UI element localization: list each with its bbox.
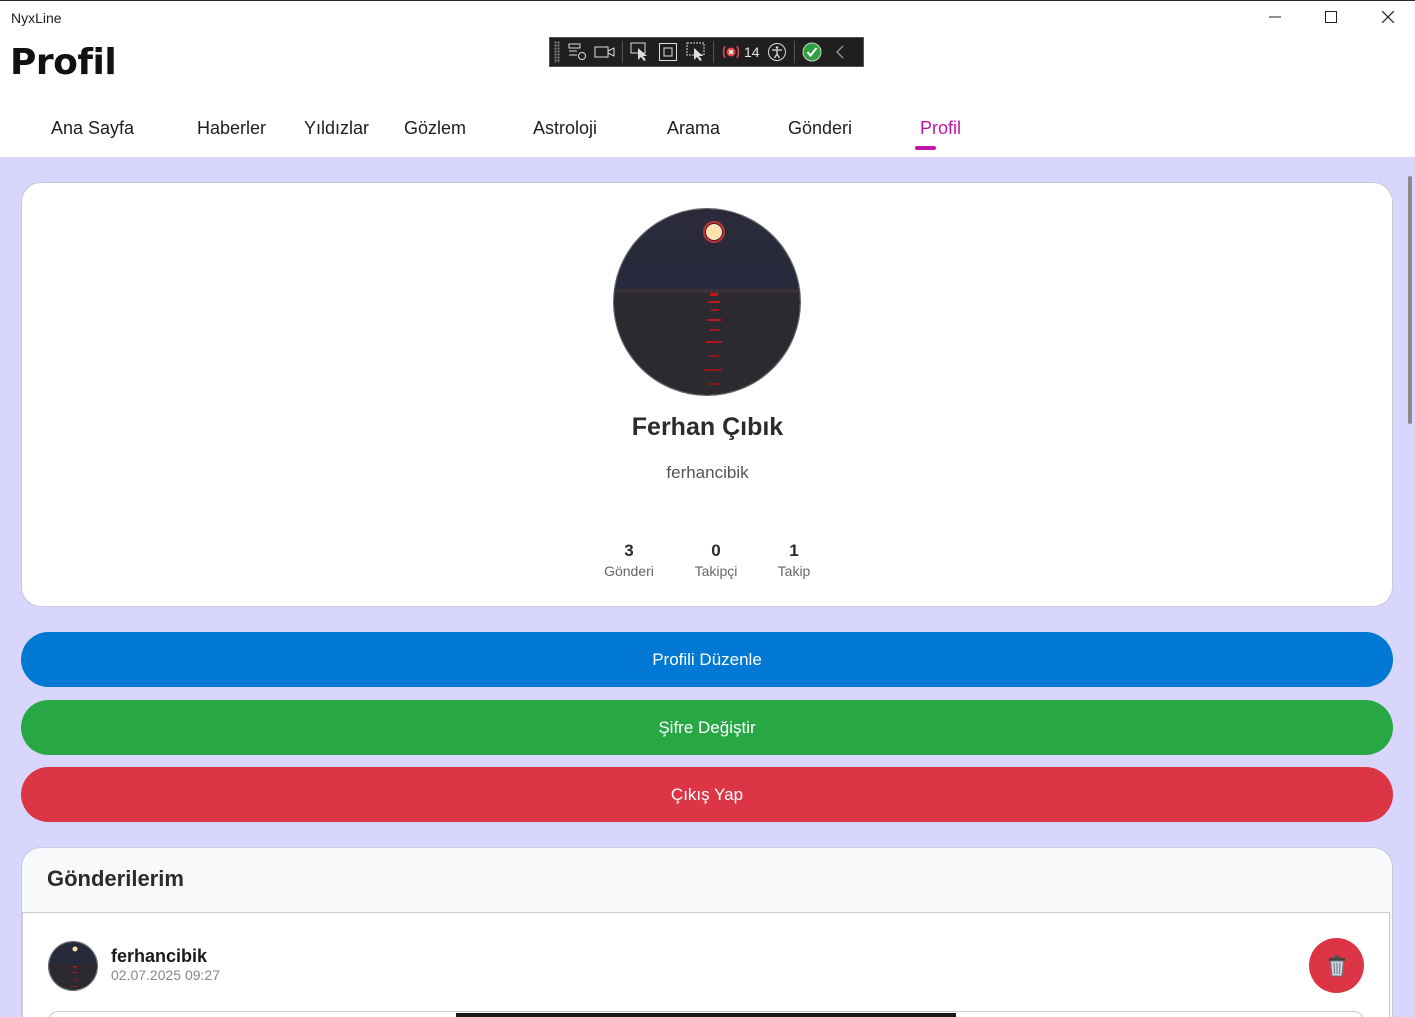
select-element-icon[interactable] [629, 41, 651, 63]
username: ferhancibik [666, 463, 749, 482]
active-tab-indicator [915, 146, 936, 150]
display-name: Ferhan Çıbık [631, 413, 784, 441]
display-layout-icon[interactable] [657, 41, 679, 63]
tab-astroloji[interactable]: Astroloji [533, 118, 597, 139]
tab-arama[interactable]: Arama [667, 118, 720, 139]
stat-posts-value: 3 [624, 541, 634, 560]
tab-bar: Ana Sayfa Haberler Yıldızlar Gözlem Astr… [0, 110, 1415, 156]
tab-profil[interactable]: Profil [920, 118, 961, 139]
camera-icon[interactable] [594, 41, 616, 63]
logout-button[interactable]: Çıkış Yap [21, 767, 1393, 822]
check-icon[interactable] [801, 41, 823, 63]
delete-post-button[interactable] [1309, 938, 1364, 993]
maximize-icon [1325, 11, 1337, 23]
close-button[interactable] [1360, 1, 1415, 33]
stat-followers[interactable]: 0 Takipçi [676, 541, 756, 579]
post-date: 02.07.2025 09:27 [111, 967, 220, 983]
tab-yildizlar[interactable]: Yıldızlar [304, 118, 369, 139]
post-avatar[interactable] [48, 941, 98, 991]
maximize-button[interactable] [1303, 1, 1359, 33]
stat-following[interactable]: 1 Takip [754, 541, 834, 579]
tab-haberler[interactable]: Haberler [197, 118, 266, 139]
grip-handle[interactable] [554, 41, 560, 63]
stat-following-label: Takip [777, 563, 811, 579]
stat-followers-label: Takipçi [694, 563, 738, 579]
stat-posts[interactable]: 3 Gönderi [589, 541, 669, 579]
post-item [22, 912, 1390, 1017]
stat-followers-value: 0 [711, 541, 721, 560]
post-image[interactable] [456, 1013, 956, 1017]
edit-profile-button[interactable]: Profili Düzenle [21, 632, 1393, 687]
tab-gozlem[interactable]: Gözlem [404, 118, 466, 139]
binding-failures-count: 14 [744, 44, 760, 60]
accessibility-icon[interactable] [766, 41, 788, 63]
posts-title: Gönderilerim [47, 866, 184, 891]
post-username: ferhancibik [111, 946, 208, 966]
trash-icon [1328, 955, 1345, 976]
chevron-left-icon[interactable] [829, 41, 851, 63]
vertical-scrollbar[interactable] [1408, 176, 1412, 424]
tab-ana-sayfa[interactable]: Ana Sayfa [51, 118, 134, 139]
title-bar: NyxLine [0, 0, 1415, 34]
minimize-icon [1269, 16, 1281, 18]
change-password-button[interactable]: Şifre Değiştir [21, 700, 1393, 755]
stat-posts-label: Gönderi [604, 563, 654, 579]
tab-gonderi[interactable]: Gönderi [788, 118, 852, 139]
debug-toolbar: 14 [549, 37, 864, 67]
close-icon [1382, 11, 1394, 23]
live-visual-tree-icon[interactable] [566, 41, 588, 63]
minimize-button[interactable] [1247, 1, 1303, 33]
page-title: Profil [10, 42, 117, 83]
app-title: NyxLine [11, 10, 62, 26]
track-focus-icon[interactable] [685, 41, 707, 63]
binding-failures-icon[interactable] [720, 41, 742, 63]
stat-following-value: 1 [789, 541, 799, 560]
profile-avatar[interactable] [613, 208, 801, 396]
